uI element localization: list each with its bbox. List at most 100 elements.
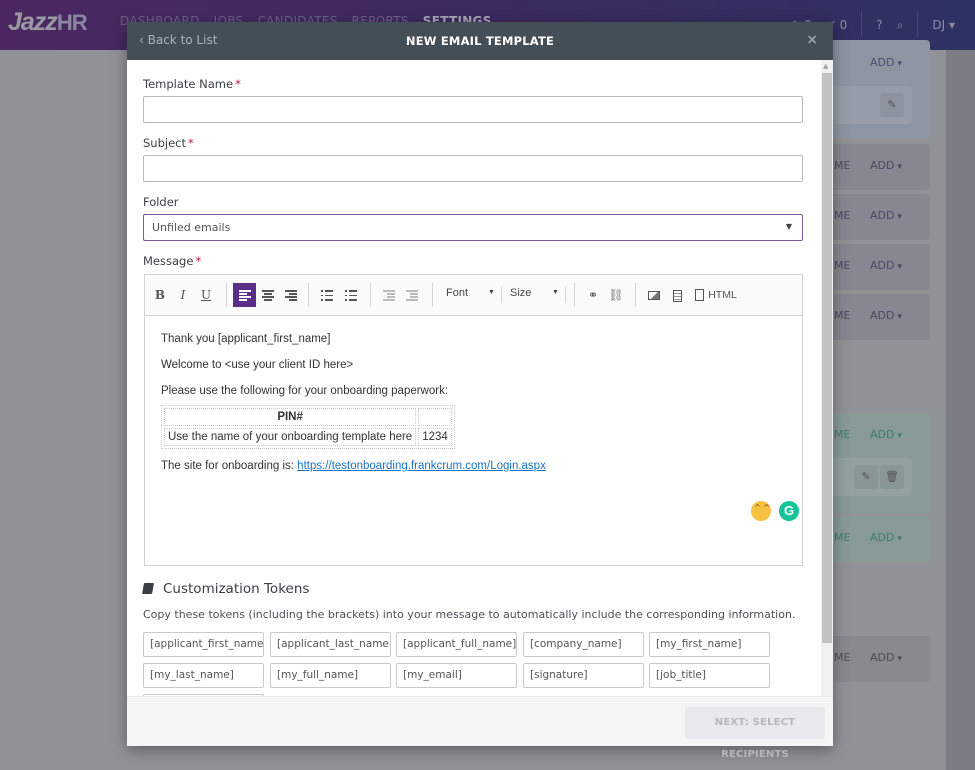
- toolbar-divider: [226, 283, 227, 307]
- add-dropdown[interactable]: ADD: [870, 428, 902, 441]
- token-my-email[interactable]: [my_email]: [396, 663, 517, 688]
- token-signature[interactable]: [signature]: [523, 663, 644, 688]
- add-dropdown[interactable]: ADD: [870, 309, 902, 322]
- link-icon[interactable]: ⚭: [583, 283, 603, 307]
- add-dropdown[interactable]: ADD: [870, 259, 902, 272]
- customization-tokens-heading: Customization Tokens: [142, 581, 309, 597]
- token-my-first-name[interactable]: [my_first_name]: [649, 632, 770, 657]
- numbered-list-button[interactable]: [317, 283, 337, 307]
- add-dropdown[interactable]: ADD: [870, 531, 902, 544]
- caret-down-icon: ▼: [488, 289, 495, 296]
- font-label: Font: [446, 287, 469, 299]
- unlink-icon[interactable]: ⛓: [606, 283, 626, 307]
- user-menu[interactable]: DJ ▾: [932, 18, 955, 32]
- chevron-down-icon: ▾: [948, 18, 955, 32]
- align-right-button[interactable]: [281, 283, 301, 307]
- table-cell: 1234: [418, 428, 452, 446]
- align-center-button[interactable]: [258, 283, 278, 307]
- token-my-full-name[interactable]: [my_full_name]: [270, 663, 391, 688]
- bg-card-row: ✎: [828, 86, 912, 124]
- bold-button[interactable]: B: [151, 283, 169, 307]
- required-marker: *: [188, 136, 194, 150]
- book-icon: [142, 583, 154, 594]
- bg-card-name: ME: [834, 531, 851, 544]
- image-button[interactable]: [645, 283, 663, 307]
- add-dropdown[interactable]: ADD: [870, 159, 902, 172]
- modal-scrollbar[interactable]: ▲: [821, 60, 833, 696]
- image-icon: [648, 291, 660, 300]
- outdent-button[interactable]: [379, 283, 399, 307]
- message-line: Please use the following for your onboar…: [161, 385, 449, 397]
- subject-input[interactable]: [143, 155, 803, 182]
- token-applicant-first-name[interactable]: [applicant_first_name]: [143, 632, 264, 657]
- add-dropdown[interactable]: ADD: [870, 56, 902, 69]
- bg-card: ME ADD ✎ 🗑: [828, 413, 930, 513]
- scroll-up-arrow-icon[interactable]: ▲: [823, 62, 828, 70]
- code-file-icon: [695, 289, 705, 302]
- toolbar-divider: [574, 283, 575, 307]
- font-dropdown[interactable]: Font ▼: [446, 287, 496, 299]
- bg-card: ME ADD: [828, 294, 930, 340]
- token-company-name[interactable]: [company_name]: [523, 632, 644, 657]
- pin-table: PIN# Use the name of your onboarding tem…: [161, 405, 455, 449]
- next-select-recipients-button[interactable]: NEXT: SELECT RECIPIENTS: [685, 707, 825, 760]
- table-row: Use the name of your onboarding template…: [164, 428, 452, 446]
- message-editor: B I U Font ▼ Size ▼ ⚭ ⛓ HTML Thank you […: [144, 274, 803, 566]
- edit-icon[interactable]: ✎: [880, 93, 904, 117]
- message-line: Thank you [applicant_first_name]: [161, 333, 331, 345]
- caret-down-icon: ▼: [785, 222, 792, 231]
- document-button[interactable]: [668, 283, 686, 307]
- bg-card: ME ADD: [828, 144, 930, 190]
- edit-icon[interactable]: ✎: [854, 465, 878, 489]
- indent-icon: [406, 290, 418, 301]
- indent-button[interactable]: [402, 283, 422, 307]
- divider: [861, 12, 863, 38]
- bg-card-name: ME: [834, 309, 851, 322]
- outdent-icon: [383, 290, 395, 301]
- align-left-button[interactable]: [233, 283, 256, 307]
- emoji-icon[interactable]: [751, 501, 771, 521]
- token-applicant-full-name[interactable]: [applicant_full_name]: [396, 632, 517, 657]
- search-icon[interactable]: ⌕: [897, 18, 904, 33]
- add-dropdown[interactable]: ADD: [870, 209, 902, 222]
- size-dropdown[interactable]: Size ▼: [510, 287, 560, 299]
- bullet-list-button[interactable]: [341, 283, 361, 307]
- scrollbar-thumb[interactable]: [822, 73, 832, 643]
- bg-card: ME ADD: [828, 516, 930, 562]
- html-button[interactable]: HTML: [691, 283, 741, 307]
- template-name-label: Template Name *: [143, 77, 241, 91]
- toolbar-divider: [308, 283, 309, 307]
- new-email-template-modal: ‹ Back to List NEW EMAIL TEMPLATE × Temp…: [127, 22, 833, 760]
- editor-content[interactable]: Thank you [applicant_first_name] Welcome…: [161, 333, 455, 449]
- table-header-cell: [418, 408, 452, 426]
- required-marker: *: [195, 254, 202, 268]
- template-name-input[interactable]: [143, 96, 803, 123]
- bg-card: ME ADD: [828, 244, 930, 290]
- onboarding-site-line: The site for onboarding is: https://test…: [161, 460, 546, 472]
- table-header-cell: PIN#: [164, 408, 417, 426]
- close-icon[interactable]: ×: [806, 32, 818, 48]
- trash-icon[interactable]: 🗑: [880, 465, 904, 489]
- underline-button[interactable]: U: [197, 283, 215, 307]
- onboarding-link[interactable]: https://testonboarding.frankcrum.com/Log…: [297, 460, 546, 472]
- bg-card-row: ✎ 🗑: [828, 458, 912, 496]
- logo-text: Jazz: [8, 8, 58, 36]
- table-cell: Use the name of your onboarding template…: [164, 428, 417, 446]
- italic-button[interactable]: I: [174, 283, 192, 307]
- token-my-last-name[interactable]: [my_last_name]: [143, 663, 264, 688]
- jazzhr-logo[interactable]: JazzHR: [8, 8, 88, 37]
- add-dropdown[interactable]: ADD: [870, 651, 902, 664]
- bg-card: ME ADD: [828, 636, 930, 682]
- folder-select[interactable]: Unfiled emails ▼: [143, 214, 803, 241]
- token-applicant-last-name[interactable]: [applicant_last_name]: [270, 632, 391, 657]
- grammarly-icon[interactable]: G: [779, 501, 799, 521]
- token-job-title[interactable]: [job_title]: [649, 663, 770, 688]
- toolbar-divider: [565, 287, 566, 303]
- align-center-icon: [262, 290, 274, 301]
- required-marker: *: [235, 77, 241, 91]
- folder-label: Folder: [143, 195, 179, 209]
- label-text: Template Name: [143, 77, 234, 91]
- toolbar-divider: [501, 287, 502, 303]
- help-icon[interactable]: ?: [876, 18, 882, 32]
- modal-header: ‹ Back to List NEW EMAIL TEMPLATE ×: [127, 22, 833, 60]
